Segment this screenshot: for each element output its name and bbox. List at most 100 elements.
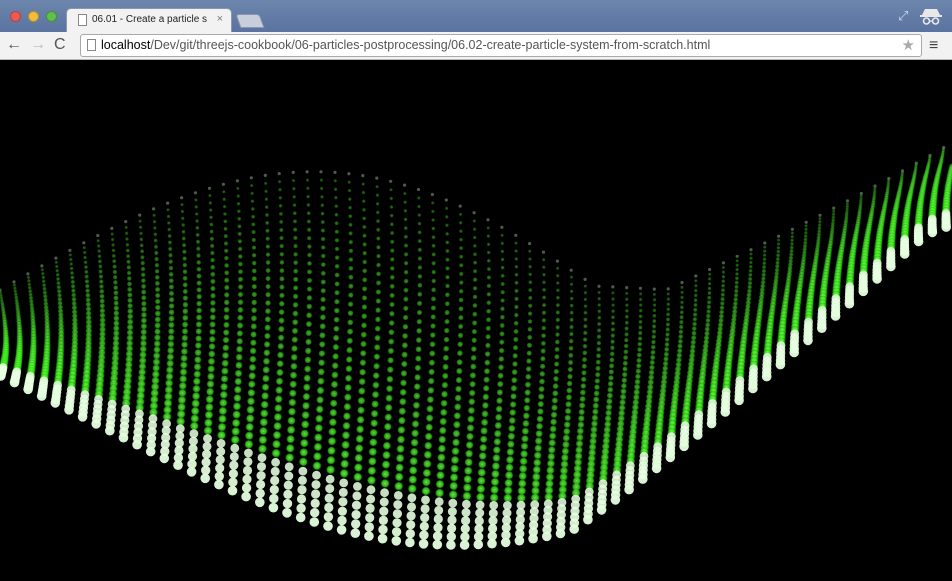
tab-close-icon[interactable]: × <box>217 13 223 25</box>
particle <box>314 433 323 442</box>
particle <box>368 457 377 466</box>
fullscreen-icon[interactable]: ⤢ <box>898 8 908 24</box>
particle <box>532 472 541 481</box>
particle <box>367 466 377 475</box>
particle <box>224 255 229 261</box>
particle <box>417 239 422 244</box>
particle <box>473 252 477 257</box>
particle <box>237 239 243 244</box>
particle <box>831 212 836 216</box>
particle <box>377 533 388 544</box>
particle <box>468 398 476 406</box>
particle <box>439 417 447 426</box>
particle <box>427 387 435 394</box>
particle <box>381 469 390 479</box>
particle <box>277 180 282 184</box>
menu-button[interactable]: ≡ <box>929 37 938 55</box>
particle <box>84 269 89 274</box>
particle <box>223 233 228 239</box>
particle <box>403 217 408 222</box>
particle <box>705 317 711 323</box>
particle <box>666 292 670 296</box>
particle <box>332 343 340 351</box>
particle <box>499 322 505 329</box>
particle <box>276 360 284 368</box>
particle <box>638 292 643 296</box>
particle <box>547 459 555 468</box>
particle <box>563 427 571 435</box>
particle <box>152 219 157 224</box>
particle <box>258 444 267 454</box>
particle <box>237 299 244 306</box>
zoom-window-button[interactable] <box>46 11 57 22</box>
url-text[interactable]: localhost/Dev/git/threejs-cookbook/06-pa… <box>101 38 710 52</box>
particle <box>476 492 485 502</box>
particle <box>804 231 808 235</box>
particle <box>69 266 74 271</box>
particle <box>167 340 175 348</box>
particle <box>42 286 47 291</box>
particle <box>140 278 146 284</box>
webgl-canvas[interactable] <box>0 60 952 581</box>
forward-button[interactable]: → <box>30 35 46 55</box>
particle <box>278 325 285 333</box>
particle <box>390 230 395 236</box>
new-tab-button[interactable] <box>235 14 265 28</box>
particle <box>250 339 257 347</box>
particle <box>255 488 265 499</box>
particle <box>193 191 198 195</box>
active-tab[interactable]: 06.01 - Create a particle s × <box>66 8 232 32</box>
particle <box>431 287 437 293</box>
particle <box>720 292 725 297</box>
particle <box>319 341 326 348</box>
particle <box>77 412 88 422</box>
particle <box>56 277 61 281</box>
particle <box>217 422 227 432</box>
particle <box>899 249 910 259</box>
particle <box>323 512 334 522</box>
particle <box>299 457 308 467</box>
particle <box>638 314 643 319</box>
particle <box>110 237 115 242</box>
particle <box>528 533 538 544</box>
particle <box>293 285 299 291</box>
particle <box>459 254 464 259</box>
particle <box>210 250 215 256</box>
close-window-button[interactable] <box>10 11 21 22</box>
particle <box>447 523 457 533</box>
particle <box>459 540 470 550</box>
particle <box>382 451 391 460</box>
reload-button[interactable]: C <box>54 35 66 55</box>
particle <box>215 463 225 473</box>
particle <box>623 355 629 361</box>
particle <box>475 500 485 510</box>
particle <box>154 304 161 311</box>
particle <box>486 267 491 272</box>
particle <box>583 304 588 308</box>
particle <box>499 339 505 345</box>
particle <box>471 346 477 352</box>
particle <box>721 270 726 274</box>
particle <box>332 334 340 342</box>
particle <box>362 250 368 256</box>
particle <box>455 385 462 393</box>
particle <box>444 206 449 211</box>
particle <box>444 309 450 316</box>
particle <box>561 447 570 455</box>
back-button[interactable]: ← <box>6 35 22 55</box>
bookmark-star-icon[interactable]: ★ <box>902 36 915 54</box>
address-bar[interactable]: localhost/Dev/git/threejs-cookbook/06-pa… <box>80 34 922 57</box>
particle <box>610 333 616 338</box>
particle <box>506 448 515 456</box>
particle <box>91 419 101 429</box>
minimize-window-button[interactable] <box>28 11 39 22</box>
particle <box>334 238 340 243</box>
particle <box>249 355 257 363</box>
particle <box>205 395 214 404</box>
particle <box>237 246 243 252</box>
particle <box>541 310 547 316</box>
particle <box>242 465 253 476</box>
particle <box>71 288 76 293</box>
particle <box>486 292 492 297</box>
particle <box>621 377 628 384</box>
